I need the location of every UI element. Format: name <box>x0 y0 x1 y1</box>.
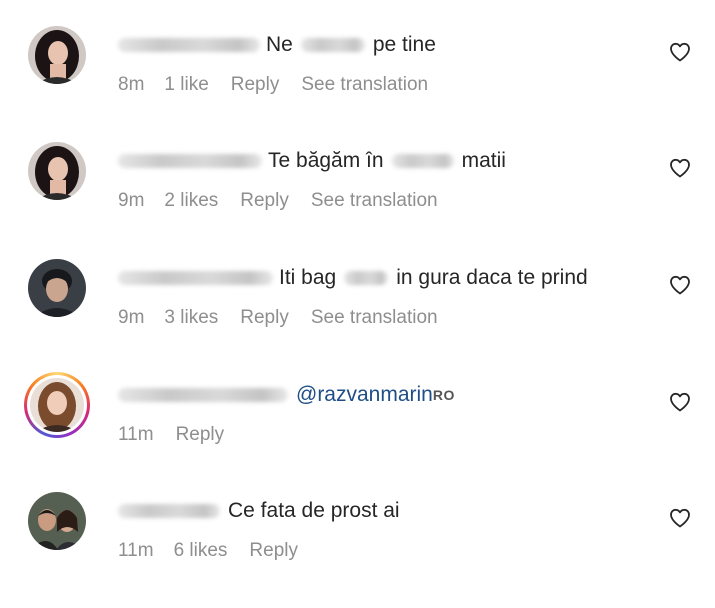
comment-text: @razvanmarin RO <box>118 381 455 409</box>
avatar-woman-dark-hair <box>28 26 86 84</box>
heart-outline-icon[interactable] <box>668 273 692 297</box>
comment-item: Te băgăm în matii 9m 2 likes Reply See t… <box>0 142 715 258</box>
reply-button[interactable]: Reply <box>240 307 289 329</box>
comment-item: Ne pe tine 8m 1 like Reply See translati… <box>0 26 715 142</box>
comment-meta: 11m 6 likes Reply <box>118 540 298 562</box>
comment-text-part: matii <box>461 149 506 172</box>
heart-outline-icon[interactable] <box>668 390 692 414</box>
timestamp: 11m <box>118 540 154 561</box>
heart-outline-icon[interactable] <box>668 506 692 530</box>
likes-count[interactable]: 3 likes <box>164 307 218 329</box>
avatar[interactable] <box>28 259 86 317</box>
comments-list: Ne pe tine 8m 1 like Reply See translati… <box>0 0 715 601</box>
avatar-couple <box>28 492 86 550</box>
comment-meta: 9m 2 likes Reply See translation <box>118 190 438 212</box>
comment-item: Ce fata de prost ai 11m 6 likes Reply <box>0 492 715 608</box>
timestamp: 9m <box>118 190 145 211</box>
reply-button[interactable]: Reply <box>240 190 289 212</box>
comment-item: @razvanmarin RO 11m Reply <box>0 372 715 492</box>
avatar[interactable] <box>28 26 86 84</box>
comment-text: Ne pe tine <box>118 31 436 59</box>
avatar-woman-story-ring <box>30 378 84 432</box>
see-translation-button[interactable]: See translation <box>311 307 438 329</box>
comment-text-part: Ne <box>266 33 293 56</box>
avatar[interactable] <box>28 492 86 550</box>
reply-button[interactable]: Reply <box>231 74 280 96</box>
likes-count[interactable]: 6 likes <box>174 540 228 562</box>
redacted-word <box>391 154 454 168</box>
comment-text-part: in gura daca te prind <box>396 266 588 289</box>
redacted-username[interactable] <box>118 154 262 168</box>
user-mention[interactable]: @razvanmarin <box>296 381 433 409</box>
reply-button[interactable]: Reply <box>176 424 225 446</box>
comment-text-part: Iti bag <box>279 266 337 289</box>
avatar[interactable] <box>28 142 86 200</box>
redacted-word <box>300 38 365 52</box>
comment-text-part: Te băgăm în <box>268 149 384 172</box>
avatar-young-man <box>28 259 86 317</box>
comment-meta: 8m 1 like Reply See translation <box>118 74 428 96</box>
comment-text-part: Ce fata de prost ai <box>228 499 400 522</box>
heart-outline-icon[interactable] <box>668 156 692 180</box>
comment-meta: 9m 3 likes Reply See translation <box>118 307 438 329</box>
comment-text: Te băgăm în matii <box>118 147 506 175</box>
redacted-word <box>344 271 389 285</box>
avatar-story-ring[interactable] <box>24 372 90 438</box>
comment-meta: 11m Reply <box>118 424 224 446</box>
reply-button[interactable]: Reply <box>249 540 298 562</box>
avatar-woman-dark-hair <box>28 142 86 200</box>
comment-text: Ce fata de prost ai <box>118 497 400 525</box>
likes-count[interactable]: 1 like <box>164 74 208 96</box>
comment-item: Iti bag in gura daca te prind 9m 3 likes… <box>0 259 715 375</box>
timestamp: 8m <box>118 74 145 95</box>
timestamp: 11m <box>118 424 154 445</box>
redacted-username[interactable] <box>118 504 220 518</box>
mention-suffix: RO <box>432 387 455 403</box>
comment-text: Iti bag in gura daca te prind <box>118 264 588 292</box>
heart-outline-icon[interactable] <box>668 40 692 64</box>
likes-count[interactable]: 2 likes <box>164 190 218 212</box>
comment-text-part: pe tine <box>372 33 436 56</box>
see-translation-button[interactable]: See translation <box>311 190 438 212</box>
redacted-username[interactable] <box>118 388 288 402</box>
timestamp: 9m <box>118 307 145 328</box>
redacted-username[interactable] <box>118 271 273 285</box>
redacted-username[interactable] <box>118 38 260 52</box>
see-translation-button[interactable]: See translation <box>301 74 428 96</box>
